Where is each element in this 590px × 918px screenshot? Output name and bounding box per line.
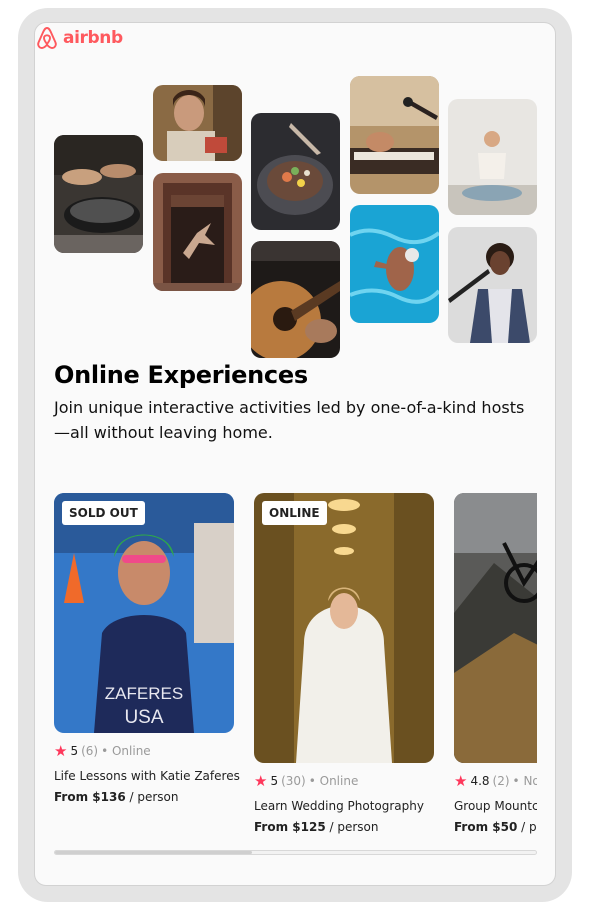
star-icon: ★ bbox=[54, 742, 68, 760]
section-description: Join unique interactive activities led b… bbox=[54, 398, 525, 442]
price-row: From $50 / pe bbox=[454, 820, 537, 834]
section-title: Online Experiences bbox=[54, 361, 308, 389]
price-amount: From $136 bbox=[54, 790, 126, 804]
dancer-doorway-photo bbox=[153, 173, 242, 291]
price-amount: From $125 bbox=[254, 820, 326, 834]
price-unit: / pe bbox=[521, 820, 537, 834]
svg-text:USA: USA bbox=[124, 707, 163, 728]
experience-card[interactable]: ★ 4.8 (2) • No Group Mountc From $50 / p… bbox=[454, 493, 537, 834]
experience-title[interactable]: Group Mountc bbox=[454, 799, 537, 813]
airbnb-belo-icon bbox=[37, 27, 57, 49]
experience-mode: • No bbox=[512, 774, 537, 788]
food-bowl-photo bbox=[251, 113, 340, 230]
scrollbar-thumb[interactable] bbox=[55, 851, 253, 854]
experience-card[interactable]: ONLINE ★ 5 (30) • Online Learn Wedding P… bbox=[254, 493, 434, 834]
card-image[interactable] bbox=[454, 493, 537, 763]
experience-mode: • Online bbox=[101, 744, 151, 758]
keyboard-singer-photo bbox=[350, 76, 439, 194]
price-row: From $125 / person bbox=[254, 820, 434, 834]
price-unit: / person bbox=[129, 790, 179, 804]
cooking-photo bbox=[54, 135, 143, 253]
swimmer-photo bbox=[350, 205, 439, 323]
review-count: (2) bbox=[492, 774, 510, 788]
screen: airbnb Online Experiences Join unique in… bbox=[34, 22, 556, 886]
host-smiling-photo bbox=[153, 85, 242, 161]
yoga-photo bbox=[448, 99, 537, 215]
price-row: From $136 / person bbox=[54, 790, 234, 804]
price-unit: / person bbox=[329, 820, 379, 834]
rating-value: 5 bbox=[70, 744, 79, 758]
guitar-photo bbox=[251, 241, 340, 358]
svg-text:ZAFERES: ZAFERES bbox=[105, 684, 183, 703]
status-badge: ONLINE bbox=[262, 501, 327, 525]
content-clip: airbnb Online Experiences Join unique in… bbox=[35, 23, 537, 885]
brand-name: airbnb bbox=[63, 28, 123, 48]
status-badge: SOLD OUT bbox=[62, 501, 145, 525]
experience-mode: • Online bbox=[308, 774, 359, 788]
price-amount: From $50 bbox=[454, 820, 518, 834]
experience-title[interactable]: Learn Wedding Photography bbox=[254, 799, 434, 813]
rating-row: ★ 5 (30) • Online bbox=[254, 772, 434, 790]
horizontal-scrollbar[interactable] bbox=[54, 850, 537, 855]
experience-card[interactable]: ZAFERES USA SOLD OUT ★ 5 (6) • Online Li… bbox=[54, 493, 240, 804]
singer-mic-photo bbox=[448, 227, 537, 343]
rating-value: 4.8 bbox=[470, 774, 490, 788]
rating-row: ★ 5 (6) • Online bbox=[54, 742, 234, 760]
review-count: (6) bbox=[81, 744, 99, 758]
airbnb-logo[interactable]: airbnb bbox=[35, 25, 123, 51]
rating-value: 5 bbox=[270, 774, 279, 788]
star-icon: ★ bbox=[254, 772, 268, 790]
review-count: (30) bbox=[281, 774, 306, 788]
experience-title[interactable]: Life Lessons with Katie Zaferes bbox=[54, 769, 240, 783]
rating-row: ★ 4.8 (2) • No bbox=[454, 772, 537, 790]
card-image[interactable]: ONLINE bbox=[254, 493, 434, 763]
card-image[interactable]: ZAFERES USA SOLD OUT bbox=[54, 493, 234, 733]
star-icon: ★ bbox=[454, 772, 468, 790]
